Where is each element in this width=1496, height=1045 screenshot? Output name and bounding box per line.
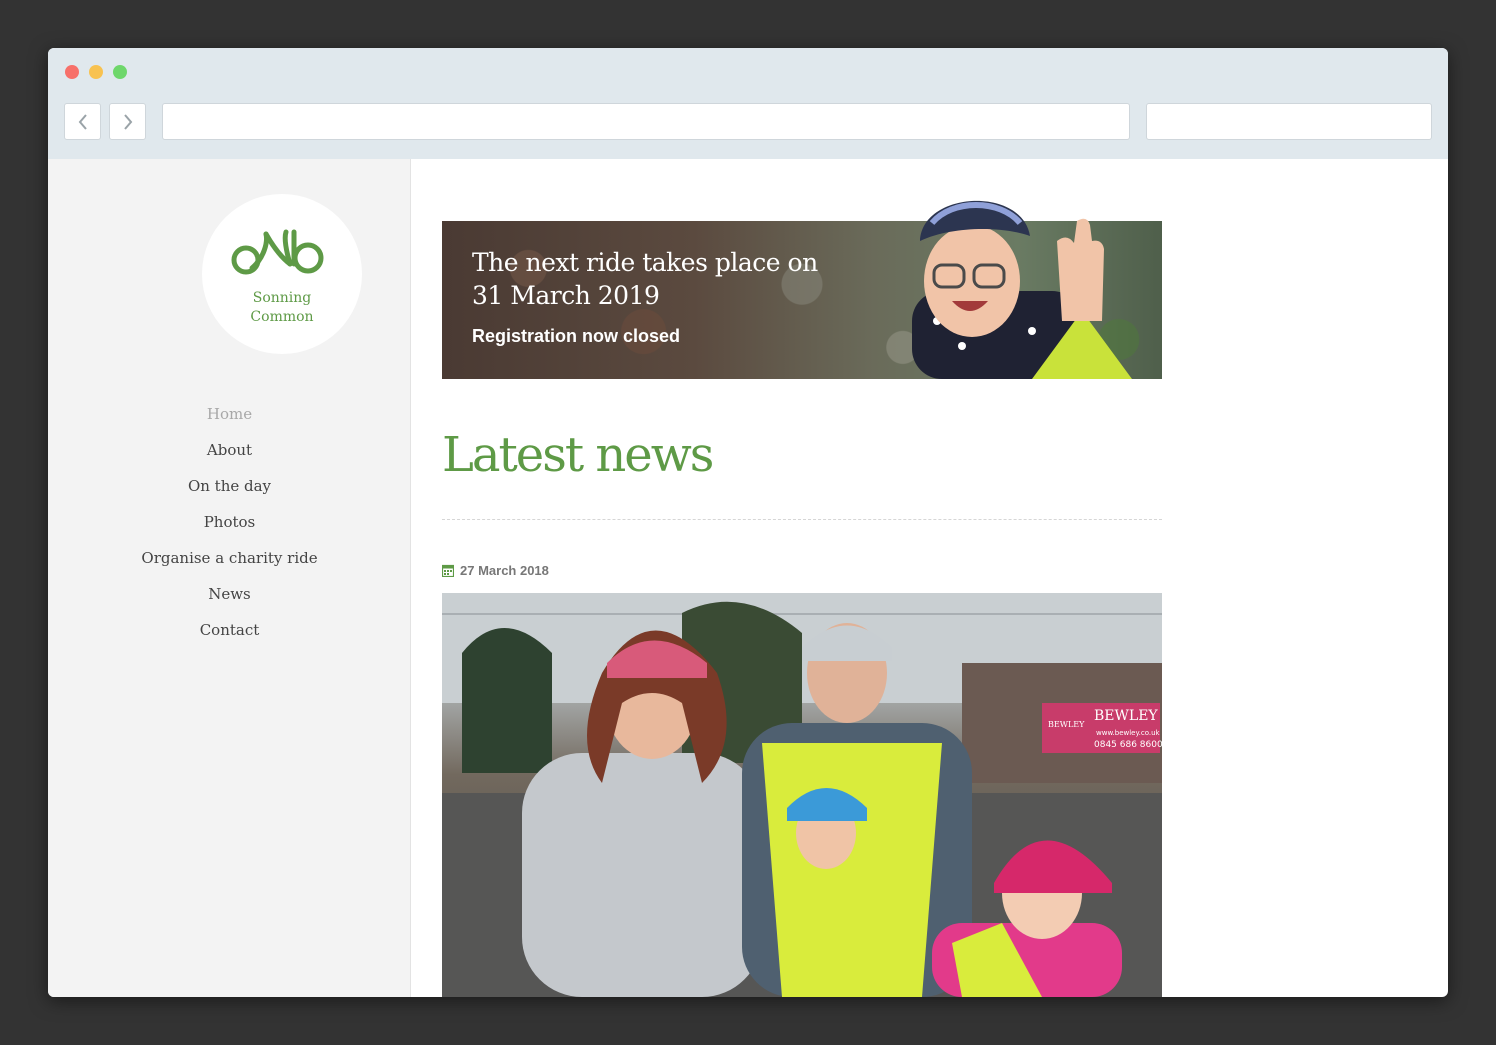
section-divider bbox=[442, 519, 1162, 520]
nav-item-photos[interactable]: Photos bbox=[48, 507, 411, 543]
site-logo[interactable]: Sonning Common bbox=[202, 194, 362, 354]
forward-button[interactable] bbox=[109, 103, 146, 140]
calendar-icon bbox=[442, 564, 454, 577]
nav-item-home[interactable]: Home bbox=[48, 399, 411, 435]
nav-item-on-the-day[interactable]: On the day bbox=[48, 471, 411, 507]
banner-title: The next ride takes place on 31 March 20… bbox=[472, 246, 892, 312]
sign-url: www.bewley.co.uk bbox=[1096, 729, 1161, 737]
chevron-left-icon bbox=[78, 113, 87, 130]
bike-logo-icon bbox=[231, 229, 324, 275]
latest-news-heading: Latest news bbox=[442, 427, 714, 483]
banner-girl-waving-image bbox=[912, 200, 1132, 379]
sign-small-brand: BEWLEY bbox=[1048, 720, 1085, 729]
registration-status: Registration now closed bbox=[472, 326, 681, 346]
browser-window: Sonning Common Home About On the day Pho… bbox=[48, 48, 1448, 997]
sign-phone: 0845 686 8600 bbox=[1094, 740, 1162, 750]
nav-item-organise-charity-ride[interactable]: Organise a charity ride bbox=[48, 543, 411, 579]
sign-brand: BEWLEY bbox=[1094, 708, 1158, 724]
logo-text-line2: Common bbox=[250, 309, 314, 325]
main-nav: Home About On the day Photos Organise a … bbox=[48, 399, 411, 651]
browser-toolbar bbox=[48, 48, 1448, 159]
banner-title-line1: The next ride takes place on bbox=[472, 248, 818, 277]
address-bar[interactable] bbox=[162, 103, 1130, 140]
sidebar: Sonning Common Home About On the day Pho… bbox=[48, 159, 411, 997]
nav-item-news[interactable]: News bbox=[48, 579, 411, 615]
nav-item-contact[interactable]: Contact bbox=[48, 615, 411, 651]
maximize-window-button[interactable] bbox=[113, 65, 127, 79]
post-photo-family-cyclists[interactable]: BEWLEY BEWLEY www.bewley.co.uk 0845 686 … bbox=[442, 593, 1162, 997]
logo-text-line1: Sonning bbox=[252, 290, 312, 306]
back-button[interactable] bbox=[64, 103, 101, 140]
post-date-text: 27 March 2018 bbox=[460, 563, 549, 578]
chevron-right-icon bbox=[123, 113, 132, 130]
post-date: 27 March 2018 bbox=[442, 563, 549, 578]
logo-text: Sonning Common bbox=[202, 289, 362, 327]
minimize-window-button[interactable] bbox=[89, 65, 103, 79]
family-photo-illustration: BEWLEY BEWLEY www.bewley.co.uk 0845 686 … bbox=[442, 593, 1162, 997]
browser-search-field[interactable] bbox=[1146, 103, 1432, 140]
banner-title-line2: 31 March 2019 bbox=[472, 281, 660, 310]
nav-item-about[interactable]: About bbox=[48, 435, 411, 471]
next-ride-banner[interactable]: The next ride takes place on 31 March 20… bbox=[442, 200, 1162, 379]
close-window-button[interactable] bbox=[65, 65, 79, 79]
